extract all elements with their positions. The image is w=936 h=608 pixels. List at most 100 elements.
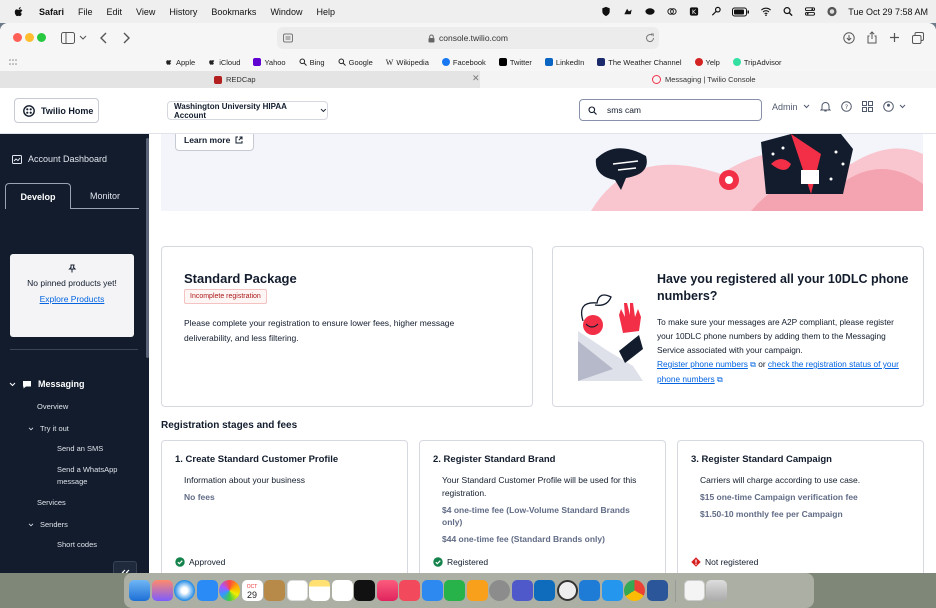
explore-products-link[interactable]: Explore Products [10,294,134,304]
spotlight-search-icon[interactable] [782,6,794,17]
finder-icon[interactable] [129,580,150,601]
sidebar-item-try-it-out[interactable]: Try it out [28,424,69,433]
siri-icon[interactable] [826,6,838,17]
sidebar-toggle-icon[interactable] [61,32,75,44]
sidebar-item-senders[interactable]: Senders [28,520,68,529]
close-window-button[interactable] [13,33,22,42]
reload-icon[interactable] [645,33,655,43]
menu-help[interactable]: Help [316,7,335,17]
menu-view[interactable]: View [136,7,155,17]
register-phone-numbers-link[interactable]: Register phone numbers [657,359,748,369]
clock-datetime[interactable]: Tue Oct 29 7:58 AM [848,7,928,17]
favorite-wikipedia[interactable]: W Wikipedia [386,58,429,67]
menu-bookmarks[interactable]: Bookmarks [211,7,256,17]
calendar-icon[interactable]: OCT 29 [241,580,263,601]
account-switcher[interactable]: Washington University HIPAA Account [167,101,328,120]
contacts-icon[interactable] [264,580,285,601]
apple-tv-icon[interactable] [354,580,375,601]
favorite-google[interactable]: Google [338,58,373,67]
stage-card-standard-brand[interactable]: 2. Register Standard Brand Your Standard… [419,440,666,573]
sidebar-item-overview[interactable]: Overview [37,402,68,411]
menu-history[interactable]: History [169,7,197,17]
share-icon[interactable] [866,31,878,44]
favorite-tripadvisor[interactable]: TripAdvisor [732,58,782,67]
trash-icon[interactable] [706,580,727,601]
tab-monitor[interactable]: Monitor [71,183,139,209]
tab-overview-icon[interactable] [912,32,924,44]
help-icon[interactable]: ? [840,101,852,112]
chevron-down-icon[interactable] [79,35,87,41]
stage-card-standard-campaign[interactable]: 3. Register Standard Campaign Carriers w… [677,440,924,573]
app-grid-icon[interactable] [861,101,873,112]
pages-icon[interactable] [466,580,488,601]
favorite-facebook[interactable]: Facebook [441,58,486,67]
control-status-icon[interactable]: K [688,6,700,17]
music-icon[interactable] [376,580,398,601]
minimize-window-button[interactable] [25,33,34,42]
tab-develop[interactable]: Develop [5,183,71,209]
tab-twilio-console[interactable]: Messaging | Twilio Console [480,71,936,88]
photos-icon[interactable] [219,580,240,601]
shield-status-icon[interactable] [600,6,612,17]
sidebar-item-send-sms[interactable]: Send an SMS [57,444,103,453]
menu-window[interactable]: Window [270,7,302,17]
back-arrow-icon[interactable] [100,32,108,44]
new-tab-plus-icon[interactable] [889,32,900,43]
forward-arrow-icon[interactable] [122,32,130,44]
favorite-yelp[interactable]: Yelp [694,58,720,67]
creative-cloud-icon[interactable] [666,6,678,17]
address-bar[interactable]: console.twilio.com [277,27,659,49]
sidebar-item-messaging[interactable]: Messaging [9,379,85,389]
reminders-icon[interactable] [286,580,308,601]
word-icon[interactable] [646,580,668,601]
learn-more-button[interactable]: Learn more [175,134,254,151]
favorite-apple[interactable]: Apple [165,58,195,67]
freeform-icon[interactable] [331,580,353,601]
page-menu-icon[interactable] [283,33,293,43]
stage-card-customer-profile[interactable]: 1. Create Standard Customer Profile Info… [161,440,408,573]
outlook-icon[interactable] [534,580,555,601]
close-tab-icon[interactable]: ✕ [472,73,480,84]
zoom-window-button[interactable] [37,33,46,42]
wifi-icon[interactable] [760,6,772,17]
notes-icon[interactable] [309,580,330,601]
collapse-sidebar-button[interactable] [113,561,137,573]
favorite-weather-channel[interactable]: The Weather Channel [597,58,682,67]
system-settings-icon[interactable] [489,580,510,601]
sidebar-item-short-codes[interactable]: Short codes [57,540,97,549]
favorite-icloud[interactable]: iCloud [208,58,240,67]
favorite-linkedin[interactable]: LinkedIn [544,58,584,67]
menu-edit[interactable]: Edit [107,7,123,17]
tab-redcap[interactable]: REDCap [0,71,256,88]
steam-icon[interactable] [556,580,578,601]
document-icon[interactable] [683,580,705,601]
key-icon[interactable] [710,6,722,17]
news-icon[interactable] [399,580,420,601]
vscode-icon[interactable] [579,580,600,601]
sidebar-item-services[interactable]: Services [37,498,66,507]
admin-menu[interactable]: Admin [772,102,810,112]
twilio-home-button[interactable]: Twilio Home [14,98,99,123]
launchpad-icon[interactable] [151,580,173,601]
app-status-icon[interactable] [622,6,634,17]
sidebar-item-send-whatsapp[interactable]: Send a WhatsApp message [57,464,129,488]
account-dashboard-link[interactable]: Account Dashboard [12,154,107,164]
teams-icon[interactable] [511,580,533,601]
downloads-icon[interactable] [843,32,855,44]
search-input[interactable]: sms cam [579,99,762,121]
chrome-icon[interactable] [624,580,645,601]
numbers-icon[interactable] [444,580,465,601]
docker-icon[interactable] [601,580,623,601]
favorite-twitter[interactable]: Twitter [498,58,532,67]
favorite-bing[interactable]: Bing [299,58,325,67]
user-menu[interactable] [882,101,906,112]
app-store-icon[interactable] [196,580,218,601]
apple-logo-icon[interactable] [13,6,25,18]
menu-app-name[interactable]: Safari [39,7,64,17]
safari-icon[interactable] [174,580,195,601]
menu-file[interactable]: File [78,7,93,17]
control-center-icon[interactable] [804,6,816,17]
keynote-icon[interactable] [421,580,443,601]
battery-icon[interactable] [732,7,750,17]
lemon-status-icon[interactable] [644,6,656,17]
